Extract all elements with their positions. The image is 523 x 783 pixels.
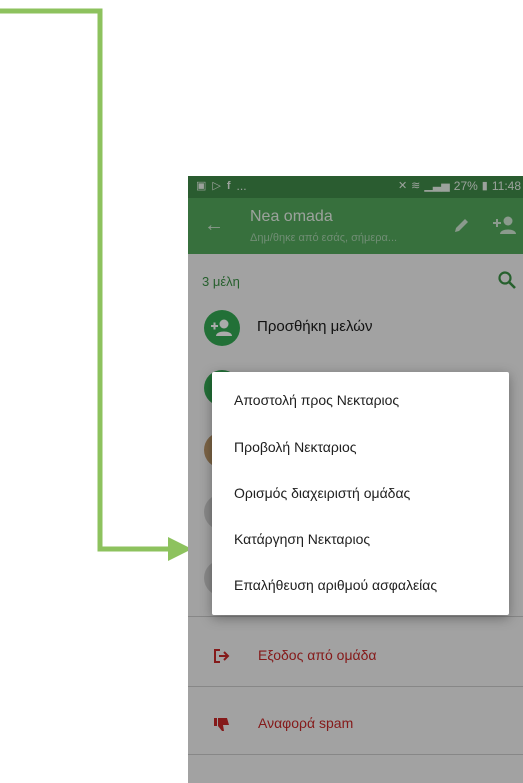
arrow-line (0, 8, 170, 552)
menu-item-verify-security[interactable]: Επαλήθευση αριθμού ασφαλείας (234, 577, 437, 593)
phone-screen: ▣ ▷ f ... ✕ ≋ ▁▃▅ 27% ▮ 11:48 ← Nea omad… (188, 176, 523, 783)
menu-item-view[interactable]: Προβολή Νεκταριος (234, 439, 357, 455)
member-context-menu: Αποστολή προς Νεκταριος Προβολή Νεκταριο… (212, 372, 509, 615)
menu-item-make-admin[interactable]: Ορισμός διαχειριστή ομάδας (234, 485, 410, 501)
menu-item-message[interactable]: Αποστολή προς Νεκταριος (234, 392, 399, 408)
menu-item-remove[interactable]: Κατάργηση Νεκταριος (234, 531, 370, 547)
